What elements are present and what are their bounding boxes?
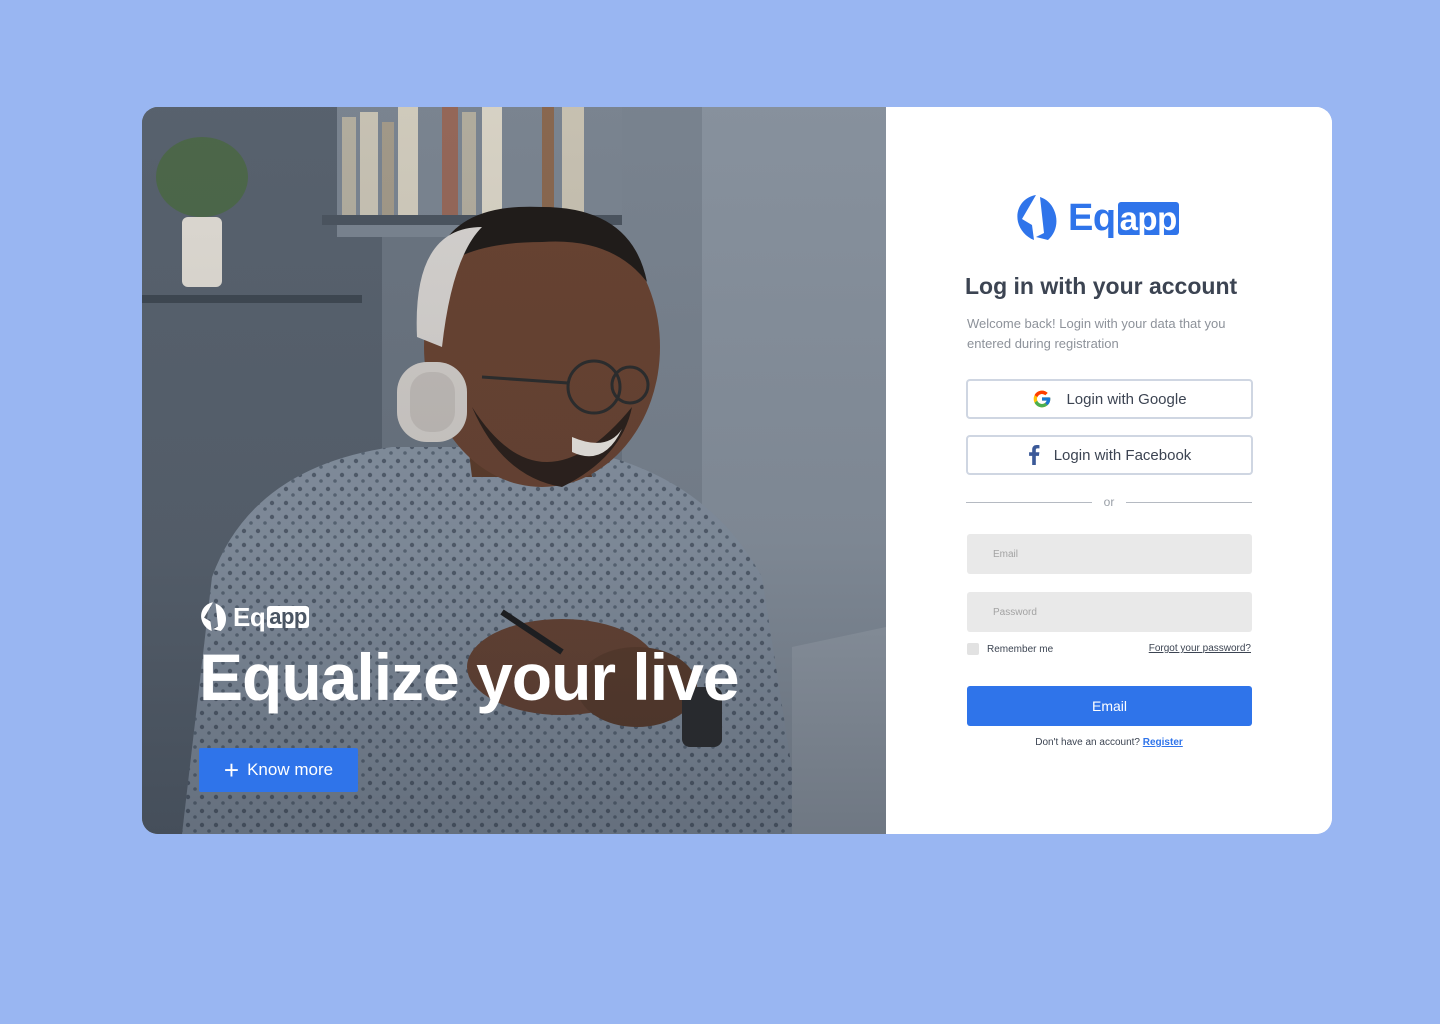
divider-text: or <box>1103 495 1115 509</box>
remember-me-label: Remember me <box>987 643 1054 655</box>
forgot-password-link[interactable]: Forgot your password? <box>1149 643 1251 654</box>
brand-logo-text-boxed: app <box>1117 199 1179 237</box>
eqapp-logo-icon <box>1017 195 1057 240</box>
form-subtitle: Welcome back! Login with your data that … <box>967 316 1226 351</box>
hero-title: Equalize your live <box>199 640 740 714</box>
register-link[interactable]: Register <box>1143 737 1183 748</box>
hero-logo: Eq app <box>199 601 309 633</box>
login-with-facebook-button[interactable]: Login with Facebook <box>966 435 1253 475</box>
brand-logo-text: Eq app <box>1068 197 1179 240</box>
submit-button[interactable]: Email <box>967 686 1252 726</box>
brand-logo-text-plain: Eq <box>1068 196 1116 239</box>
know-more-label: Know more <box>247 760 334 779</box>
hero-logo-text-boxed: app <box>267 604 309 629</box>
brand-logo: Eq app <box>1014 193 1179 243</box>
hero-logo-text: Eq app <box>233 602 309 633</box>
login-with-google-label: Login with Google <box>1066 390 1187 408</box>
login-with-facebook-label: Login with Facebook <box>1053 446 1192 464</box>
login-with-google-button[interactable]: Login with Google <box>966 379 1253 419</box>
divider-line-right <box>1126 501 1253 503</box>
form-title: Log in with your account <box>965 273 1238 299</box>
or-divider: or <box>966 495 1253 509</box>
remember-me[interactable]: Remember me <box>967 643 1053 655</box>
facebook-icon <box>1028 445 1040 465</box>
remember-me-checkbox[interactable] <box>967 643 979 655</box>
hero-overlay <box>142 107 886 834</box>
login-card: Eq app Equalize your live + Know more Eq… <box>142 107 1332 834</box>
plus-icon: + <box>223 755 240 785</box>
register-row: Don't have an account? Register <box>886 737 1332 748</box>
google-icon <box>1034 390 1051 408</box>
divider-line-left <box>966 501 1092 503</box>
know-more-button[interactable]: + Know more <box>199 748 358 792</box>
hero-logo-text-plain: Eq <box>233 601 266 632</box>
email-field[interactable] <box>967 534 1252 574</box>
register-prompt: Don't have an account? <box>1035 737 1140 748</box>
eqapp-logo-icon <box>201 602 227 631</box>
login-form-panel: Eq app Log in with your account Welcome … <box>886 107 1332 834</box>
password-field[interactable] <box>967 592 1252 632</box>
hero-panel: Eq app Equalize your live + Know more <box>142 107 886 834</box>
